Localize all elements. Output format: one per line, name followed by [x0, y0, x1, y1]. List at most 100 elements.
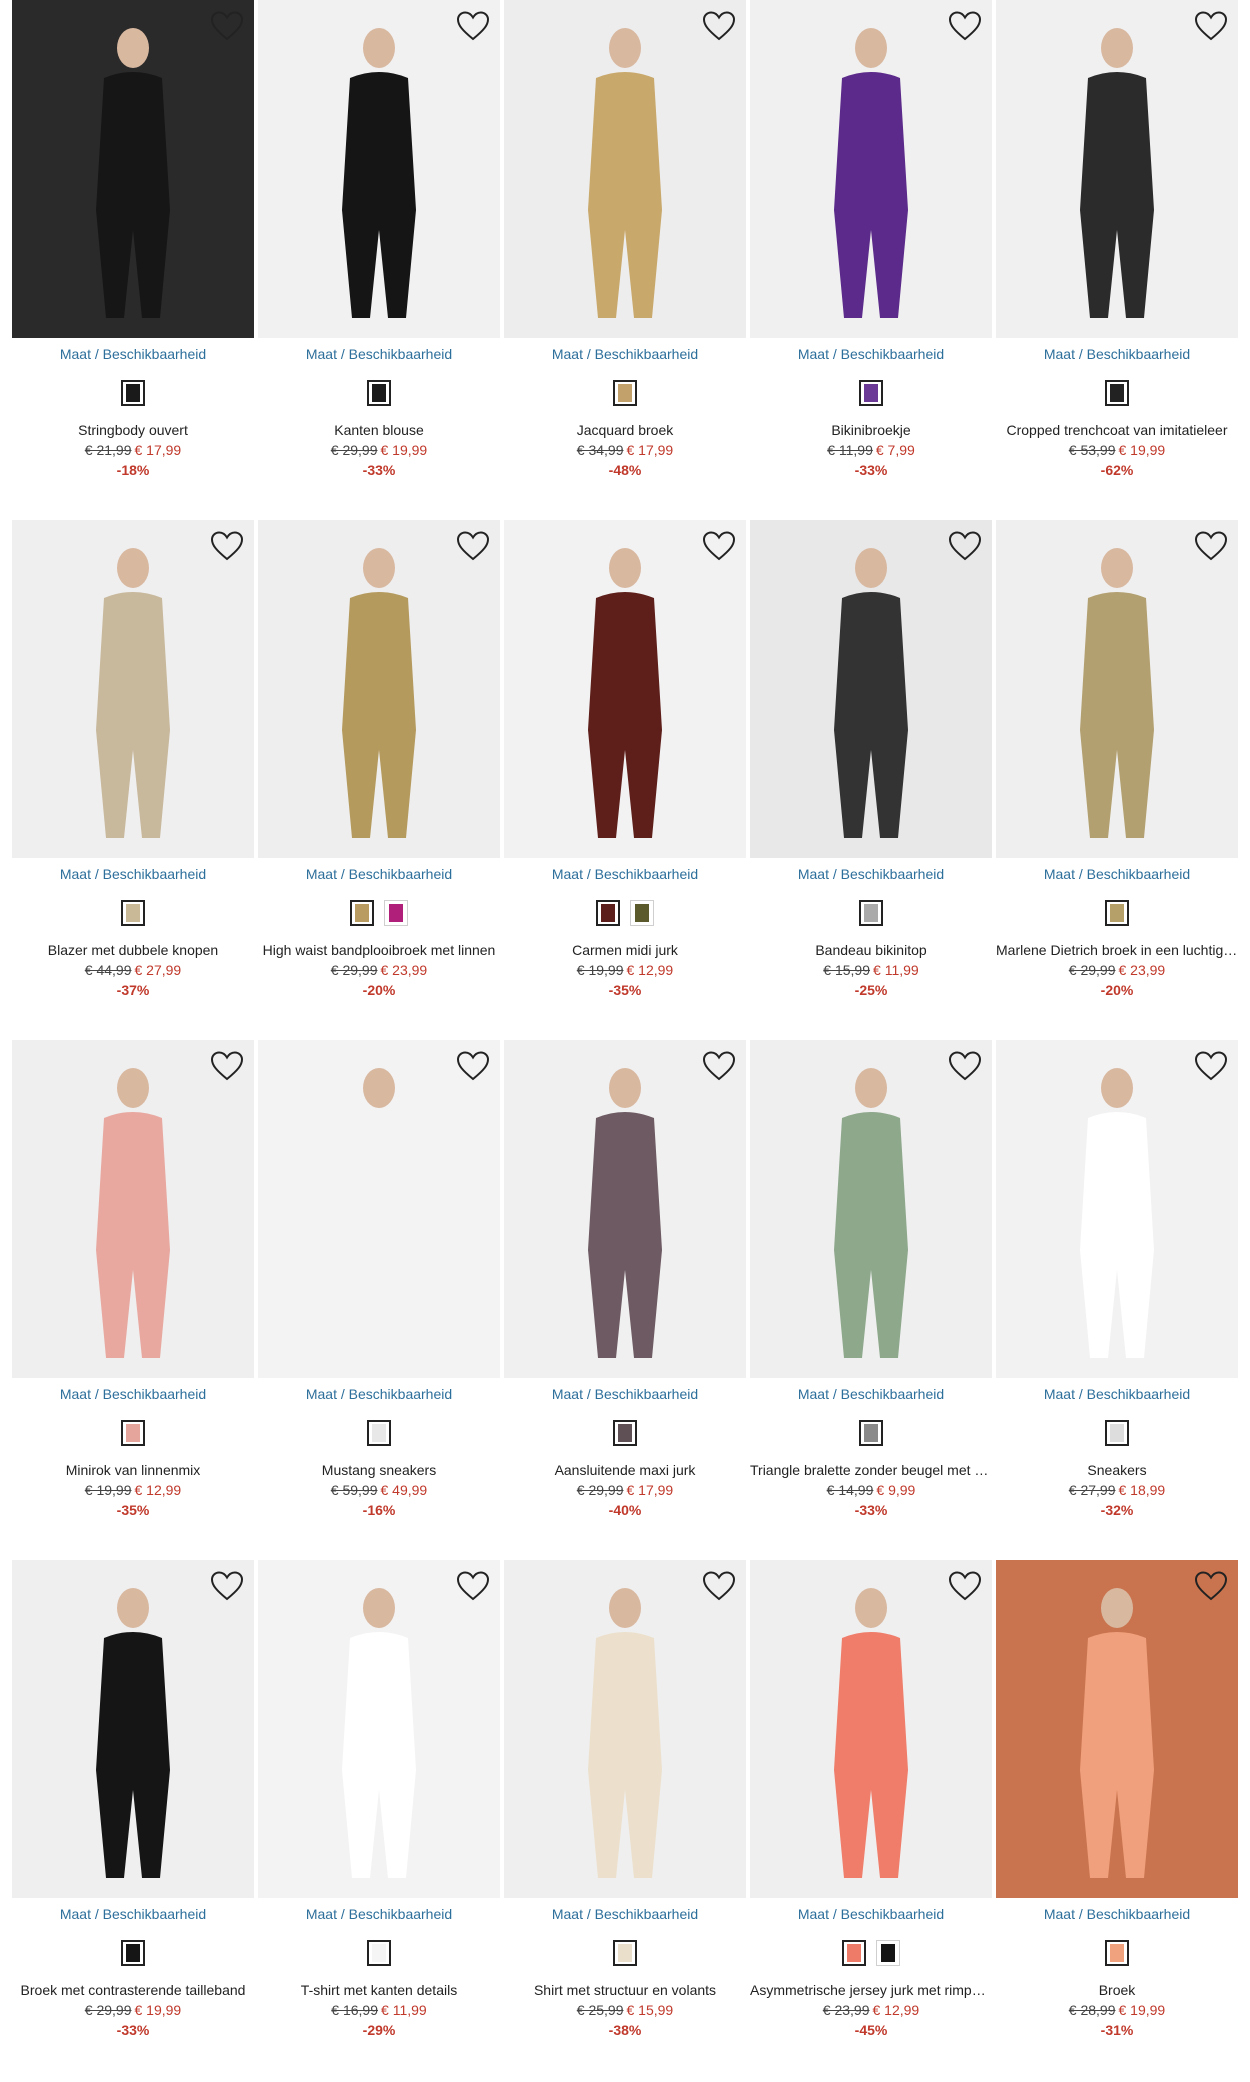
product-name[interactable]: Bikinibroekje: [750, 422, 992, 438]
product-card[interactable]: Maat / Beschikbaarheid Bandeau bikinitop…: [750, 520, 992, 1020]
availability-label[interactable]: Beschikbaarheid: [349, 346, 453, 362]
product-photo[interactable]: [12, 1560, 254, 1898]
color-swatch[interactable]: [1105, 380, 1129, 406]
color-swatch[interactable]: [121, 380, 145, 406]
product-photo[interactable]: [750, 1560, 992, 1898]
product-photo[interactable]: [504, 1560, 746, 1898]
product-name[interactable]: High waist bandplooibroek met linnen: [258, 942, 500, 958]
size-availability-link[interactable]: Maat / Beschikbaarheid: [504, 346, 746, 362]
color-swatch[interactable]: [596, 900, 620, 926]
color-swatch[interactable]: [367, 1420, 391, 1446]
size-label[interactable]: Maat: [1044, 1386, 1075, 1402]
product-name[interactable]: Broek: [996, 1982, 1238, 1998]
size-label[interactable]: Maat: [60, 346, 91, 362]
favorite-heart-icon[interactable]: [948, 530, 982, 562]
favorite-heart-icon[interactable]: [210, 530, 244, 562]
availability-label[interactable]: Beschikbaarheid: [103, 346, 207, 362]
color-swatch[interactable]: [842, 1940, 866, 1966]
product-photo[interactable]: [750, 0, 992, 338]
product-card[interactable]: Maat / Beschikbaarheid Jacquard broek € …: [504, 0, 746, 500]
favorite-heart-icon[interactable]: [456, 10, 490, 42]
product-name[interactable]: Triangle bralette zonder beugel met kant: [750, 1462, 992, 1478]
color-swatch[interactable]: [1105, 1420, 1129, 1446]
product-name[interactable]: Broek met contrasterende tailleband: [12, 1982, 254, 1998]
size-availability-link[interactable]: Maat / Beschikbaarheid: [258, 866, 500, 882]
size-availability-link[interactable]: Maat / Beschikbaarheid: [12, 1386, 254, 1402]
availability-label[interactable]: Beschikbaarheid: [1087, 1386, 1191, 1402]
availability-label[interactable]: Beschikbaarheid: [349, 1386, 453, 1402]
favorite-heart-icon[interactable]: [1194, 1570, 1228, 1602]
color-swatch[interactable]: [859, 380, 883, 406]
availability-label[interactable]: Beschikbaarheid: [595, 1386, 699, 1402]
availability-label[interactable]: Beschikbaarheid: [103, 1386, 207, 1402]
availability-label[interactable]: Beschikbaarheid: [349, 866, 453, 882]
product-photo[interactable]: [750, 1040, 992, 1378]
product-card[interactable]: Maat / Beschikbaarheid High waist bandpl…: [258, 520, 500, 1020]
product-photo[interactable]: [258, 1560, 500, 1898]
product-name[interactable]: Minirok van linnenmix: [12, 1462, 254, 1478]
size-label[interactable]: Maat: [552, 1386, 583, 1402]
favorite-heart-icon[interactable]: [456, 1570, 490, 1602]
product-card[interactable]: Maat / Beschikbaarheid Broek met contras…: [12, 1560, 254, 2060]
product-name[interactable]: Shirt met structuur en volants: [504, 1982, 746, 1998]
size-availability-link[interactable]: Maat / Beschikbaarheid: [996, 346, 1238, 362]
availability-label[interactable]: Beschikbaarheid: [349, 1906, 453, 1922]
product-name[interactable]: Stringbody ouvert: [12, 422, 254, 438]
favorite-heart-icon[interactable]: [948, 1570, 982, 1602]
favorite-heart-icon[interactable]: [1194, 530, 1228, 562]
product-photo[interactable]: [996, 520, 1238, 858]
product-card[interactable]: Maat / Beschikbaarheid Marlene Dietrich …: [996, 520, 1238, 1020]
color-swatch[interactable]: [1105, 900, 1129, 926]
favorite-heart-icon[interactable]: [1194, 1050, 1228, 1082]
favorite-heart-icon[interactable]: [1194, 10, 1228, 42]
product-name[interactable]: Carmen midi jurk: [504, 942, 746, 958]
product-photo[interactable]: [504, 0, 746, 338]
size-availability-link[interactable]: Maat / Beschikbaarheid: [12, 346, 254, 362]
color-swatch[interactable]: [859, 900, 883, 926]
color-swatch[interactable]: [350, 900, 374, 926]
size-label[interactable]: Maat: [798, 866, 829, 882]
product-photo[interactable]: [996, 0, 1238, 338]
size-label[interactable]: Maat: [306, 1906, 337, 1922]
product-card[interactable]: Maat / Beschikbaarheid T-shirt met kante…: [258, 1560, 500, 2060]
color-swatch[interactable]: [121, 1420, 145, 1446]
product-card[interactable]: Maat / Beschikbaarheid Mustang sneakers …: [258, 1040, 500, 1540]
favorite-heart-icon[interactable]: [702, 530, 736, 562]
favorite-heart-icon[interactable]: [210, 1050, 244, 1082]
size-label[interactable]: Maat: [60, 1386, 91, 1402]
size-label[interactable]: Maat: [1044, 1906, 1075, 1922]
product-photo[interactable]: [258, 1040, 500, 1378]
color-swatch[interactable]: [121, 1940, 145, 1966]
product-photo[interactable]: [258, 0, 500, 338]
availability-label[interactable]: Beschikbaarheid: [841, 866, 945, 882]
size-label[interactable]: Maat: [798, 1906, 829, 1922]
product-name[interactable]: T-shirt met kanten details: [258, 1982, 500, 1998]
size-availability-link[interactable]: Maat / Beschikbaarheid: [750, 1386, 992, 1402]
availability-label[interactable]: Beschikbaarheid: [1087, 1906, 1191, 1922]
size-label[interactable]: Maat: [60, 1906, 91, 1922]
product-name[interactable]: Cropped trenchcoat van imitatieleer: [996, 422, 1238, 438]
size-label[interactable]: Maat: [306, 866, 337, 882]
color-swatch[interactable]: [859, 1420, 883, 1446]
product-card[interactable]: Maat / Beschikbaarheid Sneakers € 27,99 €…: [996, 1040, 1238, 1540]
favorite-heart-icon[interactable]: [210, 10, 244, 42]
favorite-heart-icon[interactable]: [702, 1570, 736, 1602]
product-card[interactable]: Maat / Beschikbaarheid Cropped trenchcoa…: [996, 0, 1238, 500]
size-availability-link[interactable]: Maat / Beschikbaarheid: [750, 346, 992, 362]
size-label[interactable]: Maat: [306, 346, 337, 362]
favorite-heart-icon[interactable]: [948, 1050, 982, 1082]
availability-label[interactable]: Beschikbaarheid: [1087, 346, 1191, 362]
product-card[interactable]: Maat / Beschikbaarheid Blazer met dubbel…: [12, 520, 254, 1020]
product-photo[interactable]: [996, 1560, 1238, 1898]
size-availability-link[interactable]: Maat / Beschikbaarheid: [750, 1906, 992, 1922]
product-card[interactable]: Maat / Beschikbaarheid Broek € 28,99 € 19…: [996, 1560, 1238, 2060]
product-photo[interactable]: [996, 1040, 1238, 1378]
availability-label[interactable]: Beschikbaarheid: [841, 346, 945, 362]
size-availability-link[interactable]: Maat / Beschikbaarheid: [996, 1906, 1238, 1922]
favorite-heart-icon[interactable]: [702, 10, 736, 42]
product-photo[interactable]: [12, 1040, 254, 1378]
product-card[interactable]: Maat / Beschikbaarheid Bikinibroekje € 1…: [750, 0, 992, 500]
product-card[interactable]: Maat / Beschikbaarheid Shirt met structu…: [504, 1560, 746, 2060]
color-swatch[interactable]: [367, 380, 391, 406]
product-card[interactable]: Maat / Beschikbaarheid Aansluitende maxi…: [504, 1040, 746, 1540]
